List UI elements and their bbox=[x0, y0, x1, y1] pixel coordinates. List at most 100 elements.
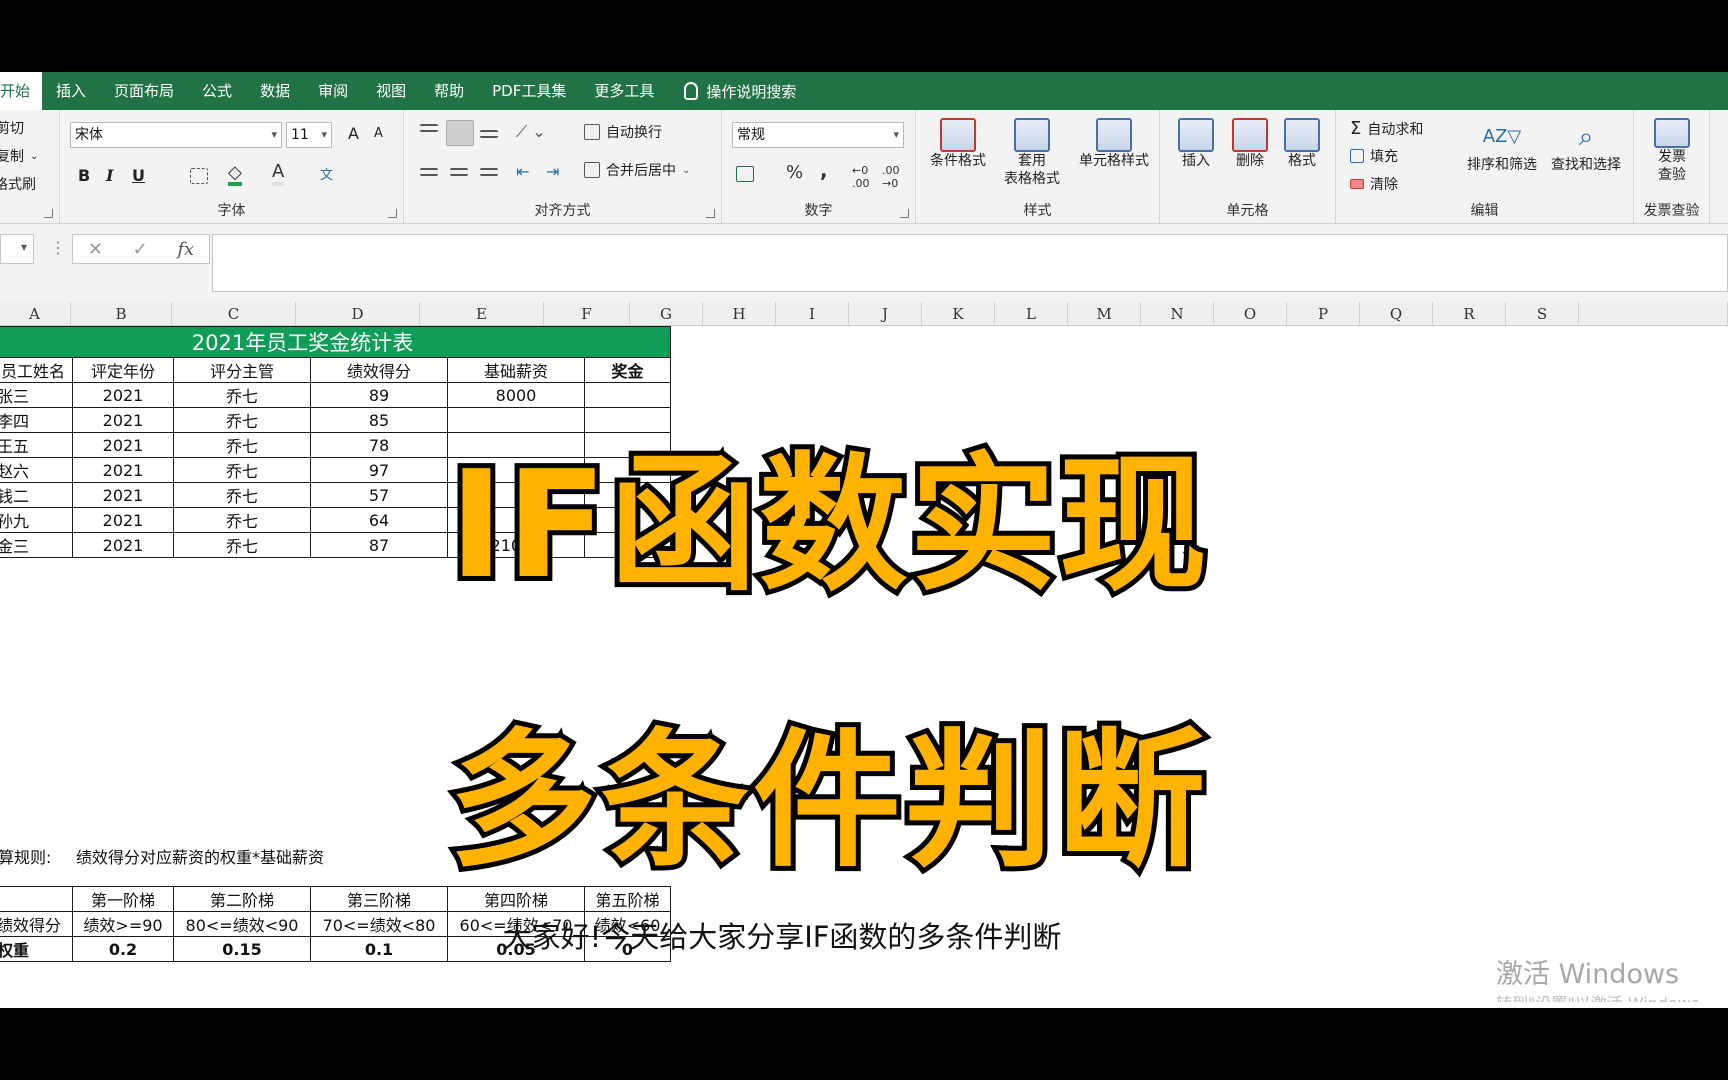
insert-cells-button[interactable]: 插入 bbox=[1170, 118, 1222, 170]
tab-more-tools[interactable]: 更多工具 bbox=[580, 72, 668, 110]
cut-button[interactable]: 剪切 bbox=[0, 118, 24, 138]
insert-function-icon[interactable]: fx bbox=[177, 239, 194, 260]
percent-button[interactable]: % bbox=[786, 162, 803, 183]
orientation-icon[interactable]: ⟋ ⌄ bbox=[516, 122, 546, 142]
italic-button[interactable]: I bbox=[106, 166, 113, 185]
column-header[interactable]: J bbox=[849, 302, 922, 326]
column-header[interactable]: P bbox=[1287, 302, 1360, 326]
copy-button[interactable]: 复制 ⌄ bbox=[0, 146, 38, 166]
merge-center-button[interactable]: 合并后居中 ⌄ bbox=[584, 160, 690, 180]
align-middle-icon[interactable] bbox=[446, 120, 474, 146]
column-header[interactable]: E bbox=[420, 302, 544, 326]
wrap-text-button[interactable]: 自动换行 bbox=[584, 122, 662, 142]
column-header[interactable]: A bbox=[0, 302, 71, 326]
formula-input[interactable] bbox=[212, 234, 1728, 292]
autosum-button[interactable]: Σ 自动求和 bbox=[1350, 118, 1423, 139]
sort-filter-button[interactable]: AZ▽ 排序和筛选 bbox=[1464, 118, 1540, 174]
cell-styles-button[interactable]: 单元格样式 bbox=[1072, 118, 1156, 170]
table-format-icon bbox=[1014, 118, 1050, 152]
tab-page-layout[interactable]: 页面布局 bbox=[100, 72, 188, 110]
decrease-indent-icon[interactable]: ⇤ bbox=[516, 162, 529, 181]
clipboard-group: 剪切 复制 ⌄ 格式刷 bbox=[0, 110, 60, 224]
align-left-icon[interactable] bbox=[420, 168, 438, 176]
autosum-label: 自动求和 bbox=[1367, 121, 1424, 138]
invoice-group: 发票 查验 发票查验 bbox=[1634, 110, 1710, 224]
header-cell[interactable]: 基础薪资 bbox=[447, 357, 585, 383]
cut-label: 剪切 bbox=[0, 121, 24, 137]
grow-font-button[interactable]: A bbox=[348, 124, 359, 143]
tab-view[interactable]: 视图 bbox=[362, 72, 420, 110]
align-bottom-icon[interactable] bbox=[480, 130, 498, 138]
sort-filter-label: 排序和筛选 bbox=[1467, 157, 1537, 173]
format-painter-button[interactable]: 格式刷 bbox=[0, 174, 36, 194]
tab-review[interactable]: 审阅 bbox=[304, 72, 362, 110]
align-center-icon[interactable] bbox=[450, 168, 468, 176]
number-format-select[interactable]: 常规 bbox=[732, 122, 904, 148]
clipboard-launcher-icon[interactable] bbox=[44, 209, 53, 218]
column-header[interactable]: O bbox=[1214, 302, 1287, 326]
align-right-icon[interactable] bbox=[480, 168, 498, 176]
fill-color-icon[interactable]: ◇ bbox=[228, 164, 242, 186]
comma-button[interactable]: , bbox=[820, 158, 828, 182]
phonetic-icon[interactable]: 文 bbox=[320, 164, 333, 183]
underline-button[interactable]: U bbox=[132, 166, 145, 185]
increase-indent-icon[interactable]: ⇥ bbox=[546, 162, 559, 181]
font-launcher-icon[interactable] bbox=[388, 209, 397, 218]
cancel-icon[interactable]: ✕ bbox=[88, 239, 103, 260]
currency-icon[interactable] bbox=[736, 166, 754, 182]
font-size-select[interactable]: 11 bbox=[286, 122, 332, 148]
shrink-font-button[interactable]: A bbox=[374, 126, 383, 141]
format-as-table-button[interactable]: 套用 表格格式 bbox=[994, 118, 1070, 188]
align-top-icon[interactable] bbox=[420, 124, 438, 132]
column-header[interactable]: B bbox=[71, 302, 172, 326]
tab-insert[interactable]: 插入 bbox=[42, 72, 100, 110]
font-color-icon[interactable]: A bbox=[272, 162, 285, 186]
drag-handle-icon[interactable]: ⋮ bbox=[50, 238, 66, 257]
column-header[interactable]: L bbox=[995, 302, 1068, 326]
column-header[interactable]: C bbox=[172, 302, 296, 326]
column-header[interactable]: S bbox=[1506, 302, 1579, 326]
fill-button[interactable]: 填充 bbox=[1350, 146, 1398, 166]
column-header[interactable]: M bbox=[1068, 302, 1141, 326]
font-name-select[interactable]: 宋体 bbox=[70, 122, 282, 148]
tab-help[interactable]: 帮助 bbox=[420, 72, 478, 110]
column-header[interactable]: G bbox=[630, 302, 703, 326]
tab-home[interactable]: 开始 bbox=[0, 72, 43, 110]
clear-button[interactable]: 清除 bbox=[1350, 174, 1398, 194]
tab-pdf-tools[interactable]: PDF工具集 bbox=[478, 72, 580, 110]
column-header[interactable]: F bbox=[544, 302, 630, 326]
header-cell[interactable]: 绩效得分 bbox=[310, 357, 448, 383]
enter-icon[interactable]: ✓ bbox=[133, 239, 148, 260]
header-row: 员工姓名 评定年份 评分主管 绩效得分 基础薪资 奖金 bbox=[0, 357, 671, 383]
tell-me-search[interactable]: 操作说明搜索 bbox=[668, 81, 796, 102]
column-header[interactable]: N bbox=[1141, 302, 1214, 326]
table-title[interactable]: 2021年员工奖金统计表 bbox=[0, 326, 671, 358]
name-box[interactable] bbox=[0, 234, 34, 264]
conditional-format-label: 条件格式 bbox=[930, 153, 986, 169]
tab-data[interactable]: 数据 bbox=[246, 72, 304, 110]
editing-group-label: 编辑 bbox=[1470, 203, 1499, 219]
increase-decimal-icon[interactable]: ←0.00 bbox=[852, 164, 870, 190]
format-cells-button[interactable]: 格式 bbox=[1276, 118, 1328, 170]
delete-cells-button[interactable]: 删除 bbox=[1224, 118, 1276, 170]
conditional-format-button[interactable]: 条件格式 bbox=[926, 118, 990, 170]
bold-button[interactable]: B bbox=[78, 166, 90, 185]
eraser-icon bbox=[1350, 179, 1364, 189]
tab-formulas[interactable]: 公式 bbox=[188, 72, 246, 110]
invoice-check-button[interactable]: 发票 查验 bbox=[1644, 118, 1700, 184]
column-header[interactable]: D bbox=[296, 302, 420, 326]
decrease-decimal-icon[interactable]: .00 →0 bbox=[882, 164, 900, 190]
alignment-launcher-icon[interactable] bbox=[706, 209, 715, 218]
header-cell[interactable]: 评分主管 bbox=[173, 357, 311, 383]
border-icon[interactable] bbox=[190, 168, 208, 184]
number-launcher-icon[interactable] bbox=[900, 209, 909, 218]
header-cell[interactable]: 员工姓名 bbox=[0, 357, 73, 383]
find-select-button[interactable]: ⌕ 查找和选择 bbox=[1544, 118, 1628, 174]
column-header[interactable]: R bbox=[1433, 302, 1506, 326]
column-header[interactable]: K bbox=[922, 302, 995, 326]
column-header[interactable]: H bbox=[703, 302, 776, 326]
column-header[interactable]: I bbox=[776, 302, 849, 326]
header-cell[interactable]: 评定年份 bbox=[72, 357, 174, 383]
header-cell[interactable]: 奖金 bbox=[584, 357, 671, 383]
column-header[interactable]: Q bbox=[1360, 302, 1433, 326]
